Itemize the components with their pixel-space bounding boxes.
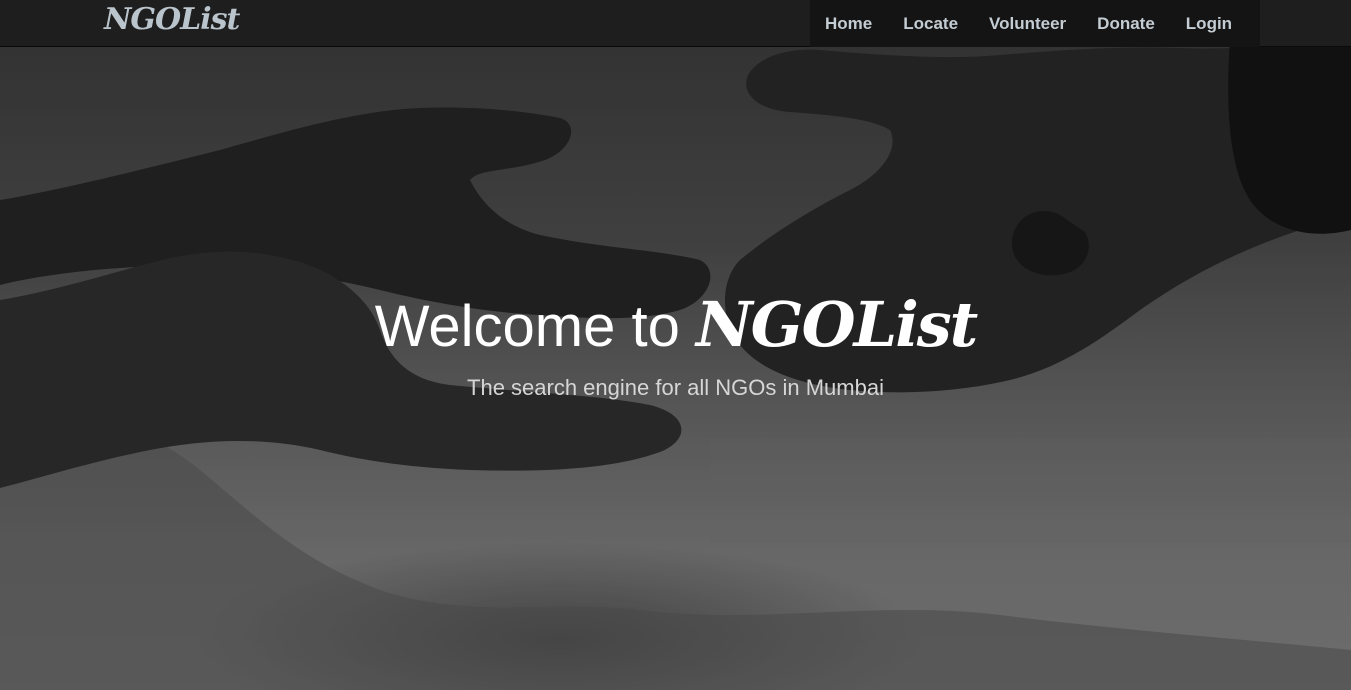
nav-link-locate[interactable]: Locate bbox=[903, 14, 958, 34]
hero-title: Welcome to NGOList bbox=[0, 280, 1351, 372]
navbar: NGOList Home Locate Volunteer Donate Log… bbox=[0, 0, 1351, 47]
nav-link-login[interactable]: Login bbox=[1186, 14, 1232, 34]
brand-logo[interactable]: NGOList bbox=[104, 2, 240, 37]
nav-link-home[interactable]: Home bbox=[825, 14, 872, 34]
page: NGOList Home Locate Volunteer Donate Log… bbox=[0, 0, 1351, 690]
hero-subtitle: The search engine for all NGOs in Mumbai bbox=[467, 375, 884, 400]
nav-link-volunteer[interactable]: Volunteer bbox=[989, 14, 1066, 34]
hero-title-prefix: Welcome to bbox=[374, 294, 696, 359]
hero-text: Welcome to NGOList The search engine for… bbox=[0, 280, 1351, 402]
hero-title-brand: NGOList bbox=[695, 288, 978, 361]
nav-menu: Home Locate Volunteer Donate Login bbox=[810, 0, 1260, 47]
nav-link-donate[interactable]: Donate bbox=[1097, 14, 1155, 34]
